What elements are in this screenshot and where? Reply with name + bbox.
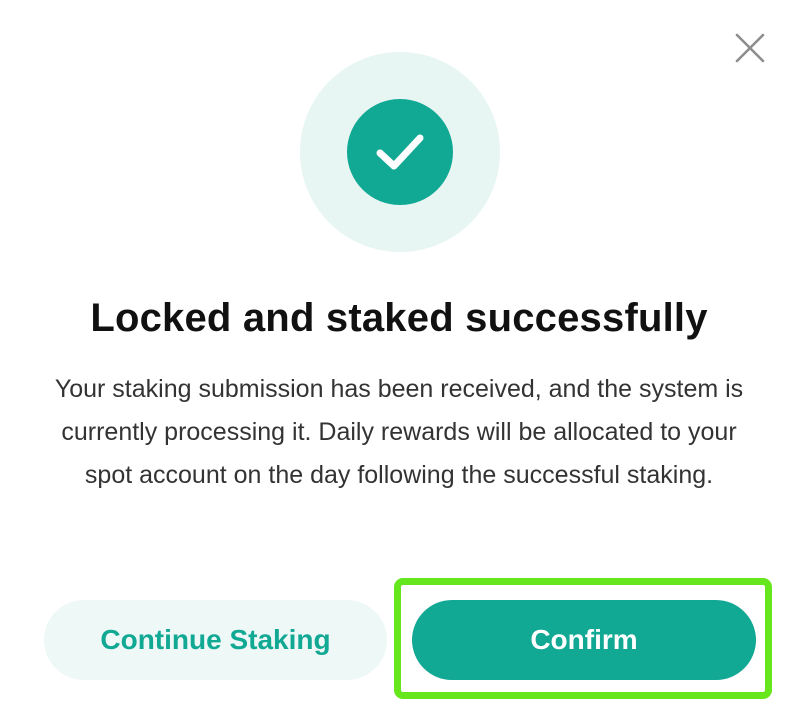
dialog-message: Your staking submission has been receive… bbox=[54, 375, 744, 489]
confirm-button[interactable]: Confirm bbox=[412, 600, 756, 680]
checkmark-icon bbox=[376, 134, 424, 170]
success-dialog: Locked and staked successfully Your stak… bbox=[0, 0, 798, 716]
close-icon[interactable] bbox=[734, 32, 766, 64]
success-icon-halo bbox=[300, 52, 500, 252]
continue-staking-button[interactable]: Continue Staking bbox=[44, 600, 387, 680]
close-button[interactable] bbox=[730, 28, 770, 68]
success-icon-circle bbox=[347, 99, 453, 205]
dialog-title: Locked and staked successfully bbox=[90, 296, 708, 340]
